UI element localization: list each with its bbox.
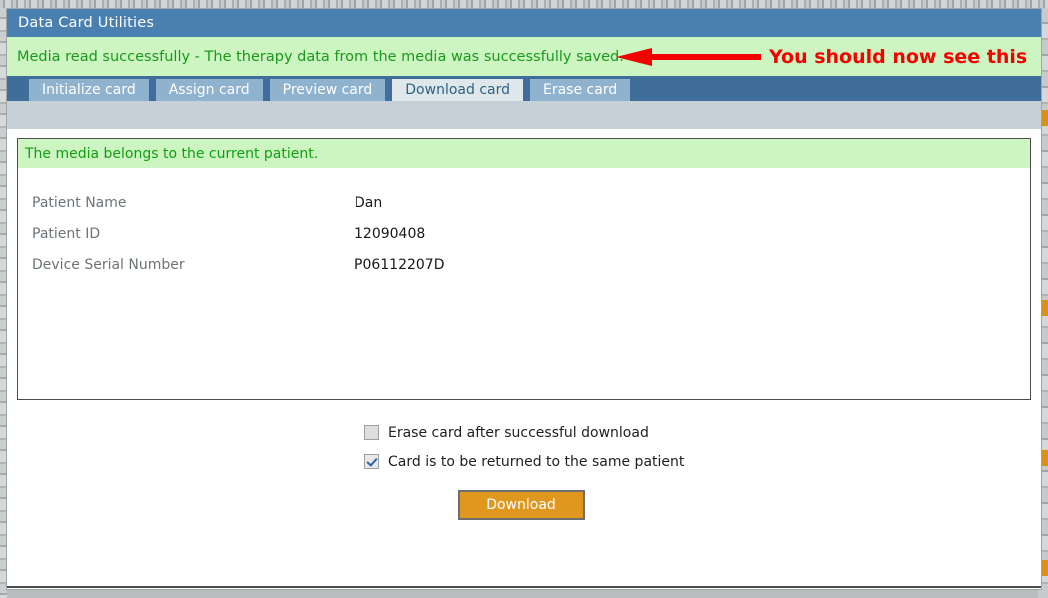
download-card-panel: The media belongs to the current patient… <box>7 129 1041 586</box>
tab-preview-card[interactable]: Preview card <box>269 79 386 101</box>
download-button[interactable]: Download <box>457 490 585 520</box>
tab-erase-card[interactable]: Erase card <box>530 79 631 101</box>
background-accent-3 <box>1042 450 1048 466</box>
status-message-bar: Media read successfully - The therapy da… <box>7 37 1041 76</box>
footer-bar: Exit <box>7 588 1041 589</box>
option-return-to-same-patient[interactable]: Card is to be returned to the same patie… <box>364 447 1031 476</box>
patient-details-list: Patient Name Dan Patient ID 12090408 Dev… <box>18 168 1030 288</box>
label-device-serial-number: Device Serial Number <box>32 257 185 273</box>
tab-assign-card[interactable]: Assign card <box>155 79 263 101</box>
download-options-group: Erase card after successful download Car… <box>17 418 1031 476</box>
background-accent-4 <box>1042 560 1048 576</box>
data-card-utilities-window: Data Card Utilities Media read successfu… <box>6 8 1042 590</box>
annotation-label: You should now see this <box>769 45 1028 68</box>
tab-underbar <box>7 101 1041 129</box>
label-return-to-same-patient: Card is to be returned to the same patie… <box>388 453 685 470</box>
card-info-panel: The media belongs to the current patient… <box>17 138 1031 400</box>
field-row-patient-name: Patient Name Dan <box>18 191 1030 226</box>
download-button-row: Download <box>17 490 1031 520</box>
value-device-serial-number: P06112207D <box>354 257 445 273</box>
media-ownership-text: The media belongs to the current patient… <box>25 145 319 162</box>
tab-download-card[interactable]: Download card <box>392 79 523 101</box>
value-patient-id: 12090408 <box>354 226 426 242</box>
window-titlebar: Data Card Utilities <box>7 9 1041 37</box>
field-row-patient-id: Patient ID 12090408 <box>18 226 1030 257</box>
tab-initialize-card[interactable]: Initialize card <box>29 79 149 101</box>
media-ownership-banner: The media belongs to the current patient… <box>18 139 1030 168</box>
background-accent-1 <box>1042 110 1048 126</box>
checkbox-erase-after-download[interactable] <box>364 425 379 440</box>
field-row-device-serial-number: Device Serial Number P06112207D <box>18 257 1030 288</box>
tab-bar: Initialize card Assign card Preview card… <box>7 76 1041 101</box>
checkbox-return-to-same-patient[interactable] <box>364 454 379 469</box>
annotation-arrow-icon <box>616 48 761 66</box>
background-top-strip <box>0 0 1048 8</box>
status-message-text: Media read successfully - The therapy da… <box>17 48 624 65</box>
option-erase-after-download[interactable]: Erase card after successful download <box>364 418 1031 447</box>
label-erase-after-download: Erase card after successful download <box>388 424 649 441</box>
value-patient-name: Dan <box>301 191 383 213</box>
label-patient-id: Patient ID <box>32 226 101 242</box>
background-accent-2 <box>1042 300 1048 316</box>
window-title: Data Card Utilities <box>18 15 155 31</box>
